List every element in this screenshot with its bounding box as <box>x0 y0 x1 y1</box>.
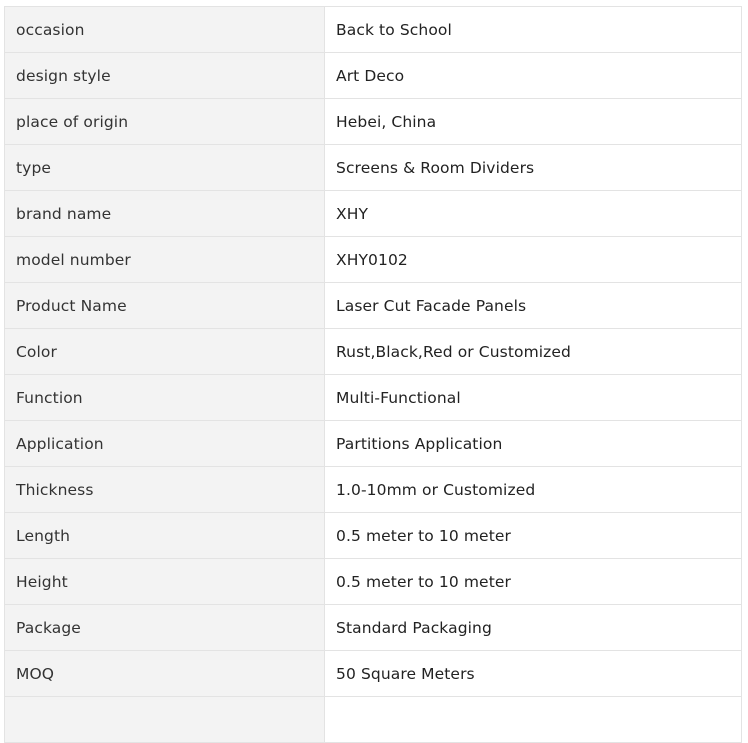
spec-value: Partitions Application <box>324 420 742 467</box>
spec-label: Application <box>4 420 325 467</box>
spec-value: Art Deco <box>324 52 742 99</box>
table-row <box>4 696 742 743</box>
table-row: Color Rust,Black,Red or Customized <box>4 328 742 375</box>
spec-label: Length <box>4 512 325 559</box>
table-row: Package Standard Packaging <box>4 604 742 651</box>
table-row: Function Multi-Functional <box>4 374 742 421</box>
spec-value <box>324 696 742 743</box>
spec-value: Laser Cut Facade Panels <box>324 282 742 329</box>
spec-label: brand name <box>4 190 325 237</box>
table-row: Thickness 1.0-10mm or Customized <box>4 466 742 513</box>
spec-label: Thickness <box>4 466 325 513</box>
spec-label: Product Name <box>4 282 325 329</box>
spec-label: model number <box>4 236 325 283</box>
spec-label: MOQ <box>4 650 325 697</box>
spec-label: place of origin <box>4 98 325 145</box>
spec-value: XHY <box>324 190 742 237</box>
table-row: MOQ 50 Square Meters <box>4 650 742 697</box>
spec-value: Multi-Functional <box>324 374 742 421</box>
table-row: Length 0.5 meter to 10 meter <box>4 512 742 559</box>
spec-value: Rust,Black,Red or Customized <box>324 328 742 375</box>
table-row: design style Art Deco <box>4 52 742 99</box>
table-row: Application Partitions Application <box>4 420 742 467</box>
spec-label: occasion <box>4 6 325 53</box>
spec-label: Package <box>4 604 325 651</box>
spec-value: XHY0102 <box>324 236 742 283</box>
spec-label: Height <box>4 558 325 605</box>
spec-value: 50 Square Meters <box>324 650 742 697</box>
spec-value: 1.0-10mm or Customized <box>324 466 742 513</box>
spec-value: 0.5 meter to 10 meter <box>324 512 742 559</box>
table-row: brand name XHY <box>4 190 742 237</box>
table-row: model number XHY0102 <box>4 236 742 283</box>
spec-value: Back to School <box>324 6 742 53</box>
spec-label: type <box>4 144 325 191</box>
spec-value: 0.5 meter to 10 meter <box>324 558 742 605</box>
table-row: place of origin Hebei, China <box>4 98 742 145</box>
spec-label: Color <box>4 328 325 375</box>
spec-label: Function <box>4 374 325 421</box>
spec-value: Screens & Room Dividers <box>324 144 742 191</box>
spec-value: Standard Packaging <box>324 604 742 651</box>
table-row: type Screens & Room Dividers <box>4 144 742 191</box>
table-row: occasion Back to School <box>4 6 742 53</box>
table-row: Height 0.5 meter to 10 meter <box>4 558 742 605</box>
product-specs-table: occasion Back to School design style Art… <box>4 6 742 743</box>
spec-value: Hebei, China <box>324 98 742 145</box>
spec-label <box>4 696 325 743</box>
spec-label: design style <box>4 52 325 99</box>
table-row: Product Name Laser Cut Facade Panels <box>4 282 742 329</box>
